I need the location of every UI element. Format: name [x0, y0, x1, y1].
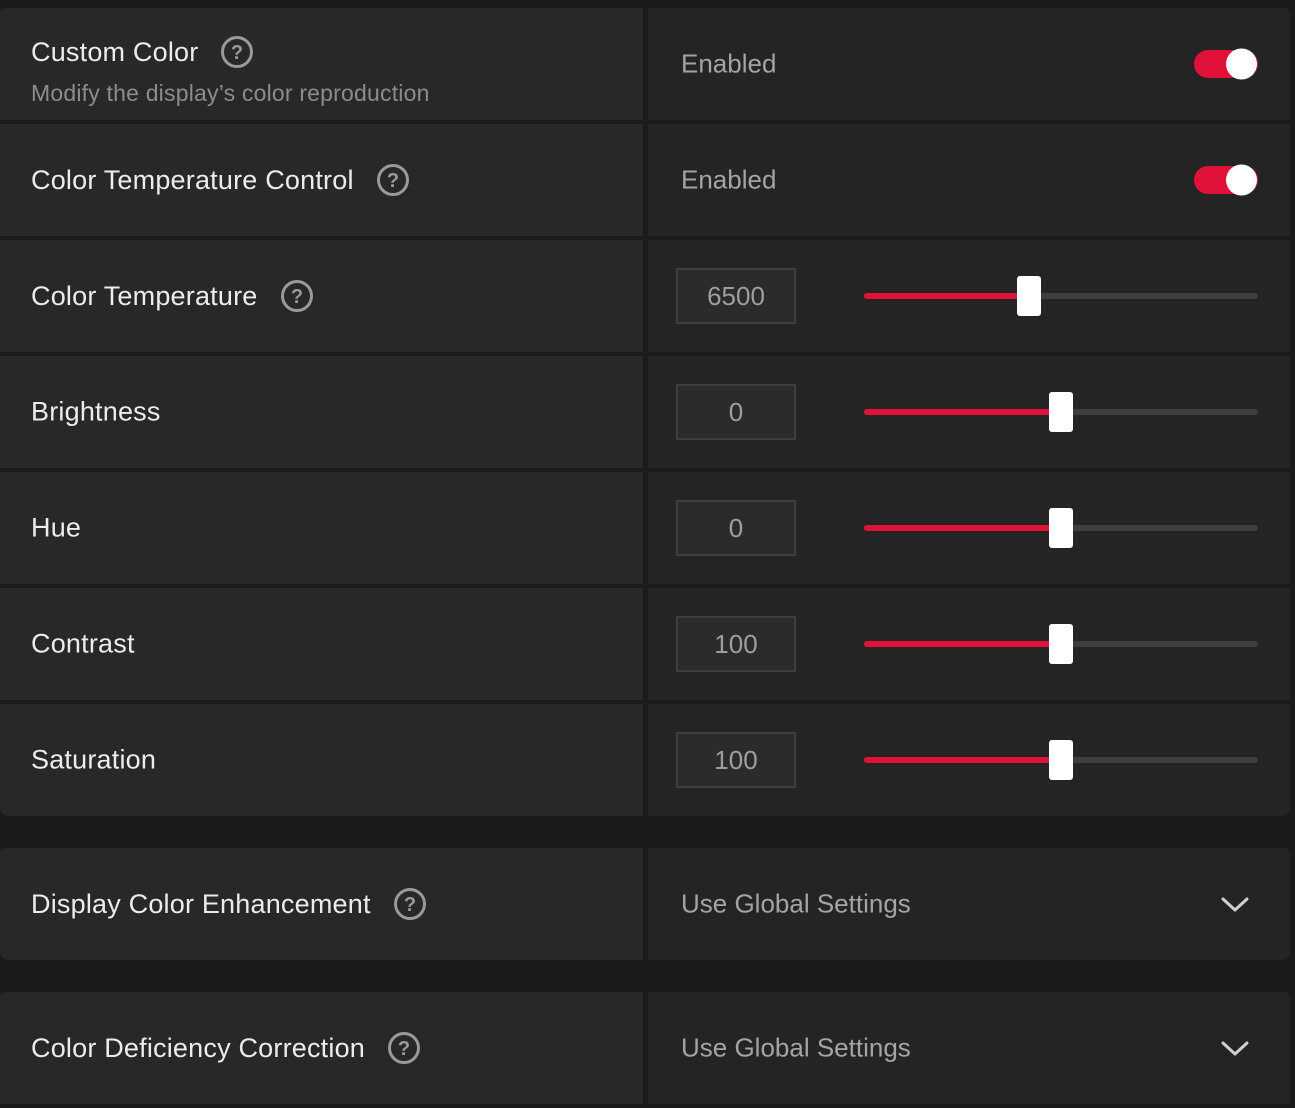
svg-text:?: ?	[290, 286, 302, 308]
toggle-knob	[1226, 164, 1257, 196]
brightness-label: Brightness	[31, 396, 161, 427]
color-temperature-control-label-cell: Color Temperature Control ?	[0, 124, 643, 236]
slider-fill	[864, 641, 1061, 647]
color-deficiency-correction-row: Color Deficiency Correction ? Use Global…	[0, 992, 1290, 1104]
slider-row-hue: Hue 0	[0, 472, 1290, 584]
slider-row-contrast: Contrast 100	[0, 588, 1290, 700]
slider-label-cell: Hue	[0, 472, 643, 584]
color-temperature-control-label: Color Temperature Control	[31, 164, 354, 195]
hue-input[interactable]: 0	[676, 500, 796, 556]
slider-control-cell: 100	[648, 588, 1290, 700]
contrast-input[interactable]: 100	[676, 616, 796, 672]
custom-color-toggle[interactable]	[1194, 48, 1258, 80]
custom-color-status: Enabled	[681, 48, 777, 79]
display-color-enhancement-row: Display Color Enhancement ? Use Global S…	[0, 848, 1290, 960]
hue-label: Hue	[31, 512, 82, 543]
custom-color-row: Custom Color ? Modify the display’s colo…	[0, 8, 1290, 120]
chevron-down-icon[interactable]	[1220, 894, 1250, 914]
color-deficiency-correction-value: Use Global Settings	[681, 1032, 911, 1063]
svg-text:?: ?	[387, 170, 399, 192]
color-temperature-slider[interactable]	[864, 276, 1258, 316]
svg-text:?: ?	[404, 894, 416, 916]
slider-fill	[864, 757, 1061, 763]
slider-thumb[interactable]	[1049, 740, 1073, 780]
saturation-slider[interactable]	[864, 740, 1258, 780]
color-temperature-control-row: Color Temperature Control ? Enabled	[0, 124, 1290, 236]
color-deficiency-correction-label: Color Deficiency Correction	[31, 1032, 366, 1063]
slider-label-cell: Saturation	[0, 704, 643, 816]
chevron-down-icon[interactable]	[1220, 1038, 1250, 1058]
brightness-input[interactable]: 0	[676, 384, 796, 440]
color-temperature-input[interactable]: 6500	[676, 268, 796, 324]
color-temperature-control-toggle[interactable]	[1194, 164, 1258, 196]
slider-label-cell: Brightness	[0, 356, 643, 468]
custom-color-control-cell: Enabled	[648, 8, 1290, 120]
color-deficiency-correction-label-cell: Color Deficiency Correction ?	[0, 992, 643, 1104]
help-circle-icon[interactable]: ?	[221, 36, 254, 68]
slider-row-saturation: Saturation 100	[0, 704, 1290, 816]
slider-thumb[interactable]	[1049, 624, 1073, 664]
svg-text:?: ?	[398, 1038, 410, 1060]
slider-fill	[864, 525, 1061, 531]
slider-control-cell: 0	[648, 356, 1290, 468]
slider-label-cell: Color Temperature ?	[0, 240, 643, 352]
color-deficiency-correction-dropdown[interactable]: Use Global Settings	[648, 992, 1290, 1104]
slider-thumb[interactable]	[1017, 276, 1042, 316]
contrast-slider[interactable]	[864, 624, 1258, 664]
hue-slider[interactable]	[864, 508, 1258, 548]
custom-color-description: Modify the display’s color reproduction	[31, 80, 430, 106]
help-circle-icon[interactable]: ?	[388, 1032, 421, 1064]
custom-color-label-cell: Custom Color ? Modify the display’s colo…	[0, 8, 643, 120]
slider-fill	[864, 409, 1061, 415]
slider-row-color-temperature: Color Temperature ? 6500	[0, 240, 1290, 352]
saturation-input[interactable]: 100	[676, 732, 796, 788]
slider-thumb[interactable]	[1049, 508, 1073, 548]
display-color-enhancement-label: Display Color Enhancement	[31, 888, 371, 919]
slider-control-cell: 6500	[648, 240, 1290, 352]
color-temperature-control-status: Enabled	[681, 164, 777, 195]
saturation-label: Saturation	[31, 744, 157, 775]
color-temperature-label: Color Temperature	[31, 280, 258, 311]
custom-color-label: Custom Color	[31, 36, 199, 67]
display-color-enhancement-dropdown[interactable]: Use Global Settings	[648, 848, 1290, 960]
help-circle-icon[interactable]: ?	[280, 280, 313, 312]
color-temperature-control-control-cell: Enabled	[648, 124, 1290, 236]
slider-label-cell: Contrast	[0, 588, 643, 700]
display-color-enhancement-value: Use Global Settings	[681, 888, 911, 919]
slider-control-cell: 0	[648, 472, 1290, 584]
svg-text:?: ?	[231, 42, 243, 64]
brightness-slider[interactable]	[864, 392, 1258, 432]
help-circle-icon[interactable]: ?	[393, 888, 426, 920]
slider-control-cell: 100	[648, 704, 1290, 816]
slider-thumb[interactable]	[1049, 392, 1073, 432]
slider-fill	[864, 293, 1030, 299]
display-color-enhancement-label-cell: Display Color Enhancement ?	[0, 848, 643, 960]
slider-row-brightness: Brightness 0	[0, 356, 1290, 468]
contrast-label: Contrast	[31, 628, 135, 659]
help-circle-icon[interactable]: ?	[376, 164, 409, 196]
toggle-knob	[1226, 48, 1257, 80]
